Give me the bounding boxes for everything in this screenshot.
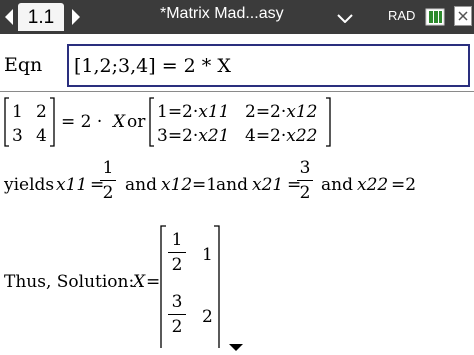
tab-page-1-1[interactable]: 1.1 [18, 3, 64, 31]
scroll-down-icon[interactable] [228, 343, 244, 352]
matrix-a22: 4 [36, 126, 47, 146]
yields-x21-var: x21 [252, 175, 284, 195]
and-text-3: and [321, 175, 353, 195]
equation-input[interactable]: [1,2;3,4] = 2 * X [67, 44, 470, 87]
top-bar: 1.1 *Matrix Mad...asy RAD [0, 0, 474, 34]
nav-left-icon[interactable] [3, 8, 15, 26]
solution-m22: 2 [202, 307, 213, 327]
nav-right-icon[interactable] [70, 8, 82, 26]
matrix-a11: 1 [12, 102, 23, 122]
equation-label: Eqn [4, 54, 43, 76]
solution-m12: 1 [202, 245, 213, 265]
chevron-down-icon[interactable] [337, 14, 353, 23]
solution-m11: 12 [168, 230, 186, 275]
yields-x11-var: x11 [56, 175, 88, 195]
yields-eq2: =1 [192, 175, 218, 195]
battery-icon [425, 8, 445, 26]
fraction-three-halves: 32 [297, 158, 313, 203]
close-icon[interactable] [454, 6, 472, 26]
solution-m21: 32 [168, 292, 186, 337]
system-r2c2: 4=2·x22 [245, 126, 318, 146]
matrix-a12: 2 [36, 102, 47, 122]
fraction-one-half: 12 [100, 158, 116, 203]
yields-x12-var: x12 [161, 175, 193, 195]
divider [0, 91, 474, 92]
matrix-equals-text: = 2 · [61, 112, 103, 132]
solution-prefix: Thus, Solution: [4, 272, 135, 292]
equation-input-value[interactable]: [1,2;3,4] = 2 * X [74, 55, 231, 77]
and-text-2: and [216, 175, 248, 195]
system-r2c1: 3=2·x21 [157, 126, 230, 146]
angle-mode-indicator: RAD [388, 8, 416, 23]
matrix-a21: 3 [12, 126, 23, 146]
system-r1c2: 2=2·x12 [245, 102, 318, 122]
yields-text: yields [4, 175, 55, 195]
yields-eq4: =2 [391, 175, 417, 195]
solution-x-var: X [133, 272, 146, 292]
yields-x22-var: x22 [357, 175, 389, 195]
and-text-1: and [125, 175, 157, 195]
matrix-x-var: X [113, 112, 126, 132]
system-r1c1: 1=2·x11 [157, 102, 230, 122]
matrix-or-text: or [127, 112, 146, 132]
